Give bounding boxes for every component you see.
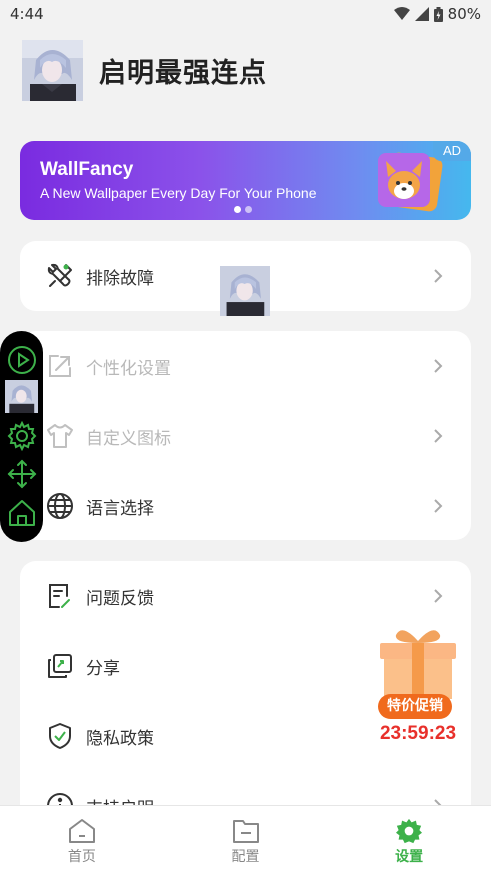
status-bar: 4:44 80% [0, 0, 491, 28]
banner-subtitle: A New Wallpaper Every Day For Your Phone [40, 185, 317, 201]
play-icon[interactable] [5, 343, 38, 376]
menu-item-label: 个性化设置 [86, 358, 171, 379]
feedback-doc-icon [45, 581, 75, 611]
chevron-right-icon [434, 359, 443, 373]
nav-home[interactable]: 首页 [0, 806, 164, 873]
ad-banner[interactable]: WallFancy A New Wallpaper Every Day For … [20, 141, 471, 220]
menu-item-label: 自定义图标 [86, 428, 171, 449]
bottom-navigation: 首页 配置 设置 [0, 805, 491, 873]
promo-badge: 特价促销 [378, 694, 452, 719]
status-time: 4:44 [10, 5, 44, 23]
ad-label: AD [433, 141, 471, 161]
floating-avatar-icon[interactable] [5, 380, 38, 413]
folder-icon [232, 820, 259, 843]
gift-box-icon [380, 630, 456, 699]
chevron-right-icon [434, 269, 443, 283]
pager-dot [234, 206, 241, 213]
menu-item-feedback[interactable]: 问题反馈 [20, 561, 471, 631]
menu-item-personalization[interactable]: 个性化设置 [20, 331, 471, 401]
status-icons: 80% [393, 5, 481, 23]
avatar[interactable] [22, 40, 83, 101]
chevron-right-icon [434, 589, 443, 603]
banner-pager-dots [234, 206, 252, 213]
menu-item-label: 语言选择 [86, 498, 154, 519]
nav-label: 首页 [67, 849, 96, 865]
battery-icon [433, 6, 443, 22]
wifi-icon [393, 7, 410, 20]
personalization-card: 个性化设置 自定义图标 语言选择 [20, 331, 471, 540]
cell-signal-icon [414, 7, 429, 21]
info-icon [45, 791, 75, 805]
battery-percent: 80% [447, 5, 481, 23]
corgi-app-icon [374, 149, 444, 213]
pager-dot [245, 206, 252, 213]
shield-check-icon [45, 721, 75, 751]
nav-settings[interactable]: 设置 [327, 806, 491, 873]
nav-config[interactable]: 配置 [164, 806, 328, 873]
floating-avatar-thumbnail[interactable] [220, 266, 270, 316]
menu-item-label: 分享 [86, 658, 120, 679]
home-icon [68, 819, 95, 843]
external-window-icon [45, 351, 75, 381]
home-icon[interactable] [5, 496, 38, 529]
menu-item-custom-icon[interactable]: 自定义图标 [20, 401, 471, 471]
settings-gear-icon [396, 818, 423, 844]
chevron-right-icon [434, 799, 442, 805]
menu-item-language[interactable]: 语言选择 [20, 471, 471, 540]
move-arrows-icon[interactable] [5, 457, 38, 490]
gear-icon[interactable] [5, 419, 38, 452]
menu-item-label: 支持启明 [86, 794, 154, 806]
tshirt-icon [45, 421, 75, 451]
profile-header: 启明最强连点 [22, 40, 267, 101]
banner-title: WallFancy [40, 159, 134, 180]
globe-icon [45, 491, 75, 521]
promo-countdown: 23:59:23 [379, 723, 457, 744]
menu-item-label: 排除故障 [86, 268, 154, 289]
app-title: 启明最强连点 [99, 58, 267, 89]
floating-control-bar[interactable] [0, 331, 43, 542]
menu-item-support[interactable]: 支持启明 [20, 771, 471, 805]
chevron-right-icon [434, 429, 443, 443]
chevron-right-icon [434, 499, 443, 513]
menu-item-label: 隐私政策 [86, 728, 154, 749]
menu-item-label: 问题反馈 [86, 588, 154, 609]
promo-gift[interactable]: 特价促销 23:59:23 [372, 625, 464, 750]
nav-label: 设置 [395, 849, 424, 865]
wrench-screwdriver-icon [45, 261, 75, 291]
share-link-icon [45, 651, 75, 681]
nav-label: 配置 [231, 849, 260, 865]
